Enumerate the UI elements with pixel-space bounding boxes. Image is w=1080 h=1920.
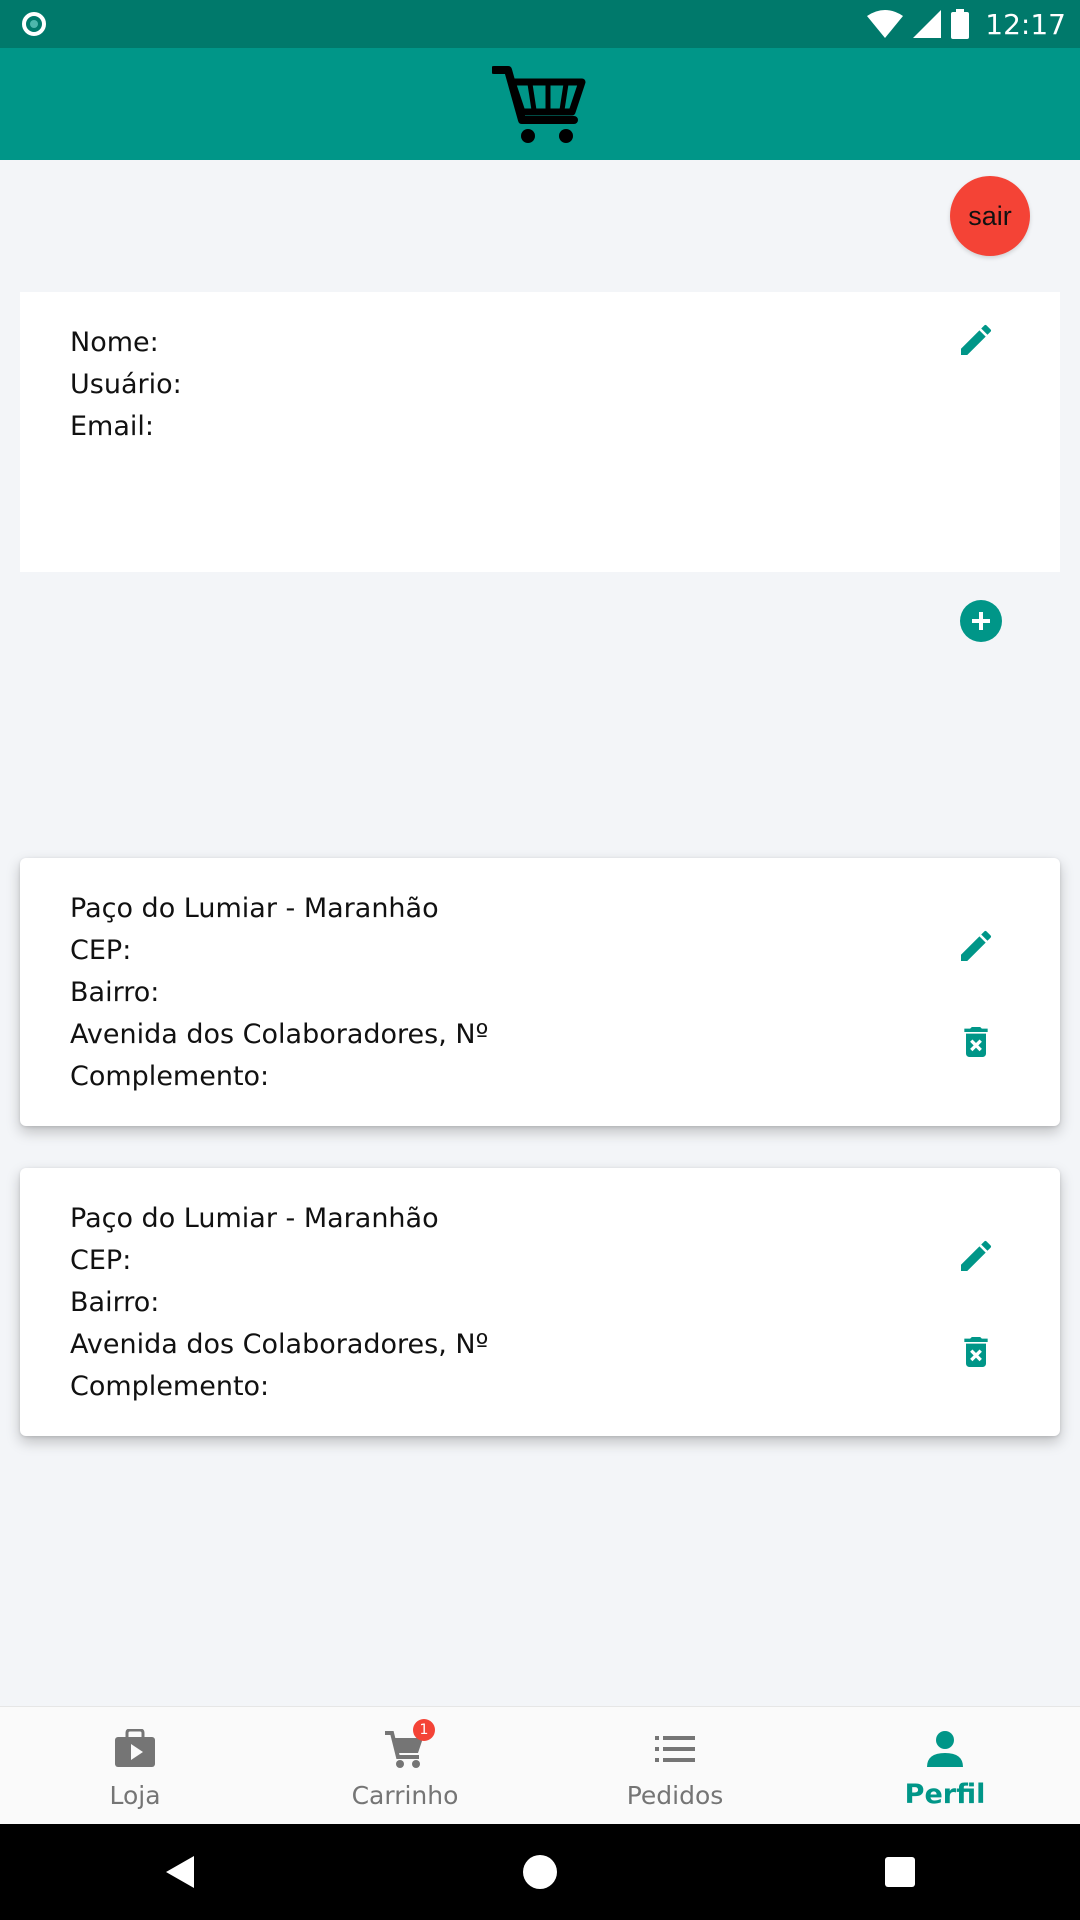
address-info: Paço do Lumiar - Maranhão CEP: Bairro: A…	[70, 888, 488, 1098]
signal-icon	[913, 10, 942, 38]
address-complement: Complemento:	[70, 1371, 270, 1402]
delete-address-button[interactable]	[952, 1018, 1000, 1066]
logout-button[interactable]: sair	[950, 176, 1030, 256]
nav-item-pedidos[interactable]: Pedidos	[540, 1707, 810, 1825]
recents-button[interactable]	[876, 1848, 924, 1896]
notification-icon	[22, 12, 46, 36]
address-bairro: Bairro:	[70, 977, 160, 1008]
cart-badge: 1	[413, 1719, 435, 1741]
home-button[interactable]	[516, 1848, 564, 1896]
home-circle-icon	[523, 1855, 557, 1889]
edit-address-button[interactable]	[952, 1232, 1000, 1280]
nav-label-perfil: Perfil	[904, 1779, 986, 1810]
profile-card: Nome: Usuário: Email:	[20, 292, 1060, 572]
profile-email: Email:	[70, 411, 155, 442]
profile-name: Nome:	[70, 327, 159, 358]
edit-address-button[interactable]	[952, 922, 1000, 970]
address-city: Paço do Lumiar - Maranhão	[70, 1203, 439, 1234]
nav-item-perfil[interactable]: Perfil	[810, 1707, 1080, 1825]
back-button[interactable]	[156, 1848, 204, 1896]
recents-square-icon	[885, 1857, 915, 1887]
profile-info: Nome: Usuário: Email:	[70, 322, 182, 448]
status-bar: 12:17	[0, 0, 1080, 48]
battery-icon	[951, 9, 970, 39]
nav-label-loja: Loja	[109, 1781, 161, 1810]
nav-label-carrinho: Carrinho	[351, 1781, 459, 1810]
wifi-icon	[867, 10, 904, 38]
profile-username: Usuário:	[70, 369, 182, 400]
add-address-button[interactable]	[960, 600, 1002, 642]
trash-icon	[964, 1337, 988, 1367]
address-card: Paço do Lumiar - Maranhão CEP: Bairro: A…	[20, 858, 1060, 1126]
pencil-icon	[961, 930, 992, 961]
bottom-navigation: Loja 1 Carrinho Pedidos Perfil	[0, 1706, 1080, 1825]
nav-item-carrinho[interactable]: 1 Carrinho	[270, 1707, 540, 1825]
address-info: Paço do Lumiar - Maranhão CEP: Bairro: A…	[70, 1198, 488, 1408]
address-card: Paço do Lumiar - Maranhão CEP: Bairro: A…	[20, 1168, 1060, 1436]
status-icons: 12:17	[867, 6, 1066, 42]
back-triangle-icon	[166, 1856, 194, 1888]
cart-icon: 1	[383, 1719, 435, 1771]
app-header	[0, 48, 1080, 160]
delete-address-button[interactable]	[952, 1328, 1000, 1376]
address-complement: Complemento:	[70, 1061, 270, 1092]
address-cep: CEP:	[70, 935, 132, 966]
plus-icon	[972, 612, 990, 630]
pencil-icon	[961, 324, 992, 355]
trash-icon	[964, 1027, 988, 1057]
address-cep: CEP:	[70, 1245, 132, 1276]
shopping-cart-logo-icon	[492, 66, 586, 143]
pencil-icon	[961, 1240, 992, 1271]
store-icon	[113, 1727, 157, 1771]
edit-profile-button[interactable]	[952, 316, 1000, 364]
nav-item-loja[interactable]: Loja	[0, 1707, 270, 1825]
status-time: 12:17	[985, 7, 1066, 41]
person-icon	[925, 1727, 965, 1771]
address-bairro: Bairro:	[70, 1287, 160, 1318]
address-street: Avenida dos Colaboradores, Nº	[70, 1019, 489, 1050]
nav-label-pedidos: Pedidos	[626, 1781, 724, 1810]
list-icon	[655, 1727, 695, 1771]
system-navigation-bar	[0, 1824, 1080, 1920]
address-street: Avenida dos Colaboradores, Nº	[70, 1329, 489, 1360]
address-city: Paço do Lumiar - Maranhão	[70, 893, 439, 924]
